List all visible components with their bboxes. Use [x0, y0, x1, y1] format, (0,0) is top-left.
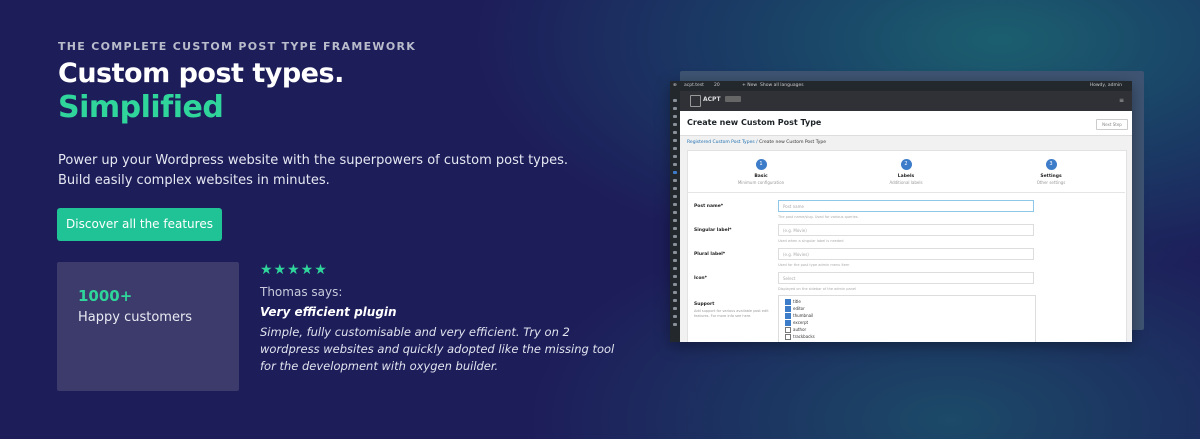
post-name-label: Post name* [694, 204, 724, 209]
support-label: Support [694, 302, 715, 307]
support-option-title[interactable]: title [785, 299, 801, 305]
step-title: Basic [754, 174, 768, 179]
adminbar-user: Howdy, admin [1089, 83, 1122, 88]
hero-description-line2: Build easily complex websites in minutes… [58, 173, 330, 188]
step-subtitle: Other settings [1036, 180, 1066, 185]
hero-title-highlight: Simplified [58, 90, 224, 125]
support-option-excerpt[interactable]: excerpt [785, 320, 808, 326]
support-option-trackbacks[interactable]: trackbacks [785, 334, 815, 340]
breadcrumb-separator: / [756, 140, 758, 145]
review-title: Very efficient plugin [260, 305, 397, 319]
product-screenshot: ⊛ acpt.test 20 + New Show all languages … [670, 81, 1132, 342]
acpt-logo-icon [690, 95, 701, 107]
step-subtitle: Minimum configuration [737, 180, 785, 185]
breadcrumb-current: Create new Custom Post Type [759, 140, 827, 145]
wp-admin-bar: ⊛ acpt.test 20 + New Show all languages … [670, 81, 1132, 91]
hero-description: Power up your Wordpress website with the… [58, 151, 618, 191]
plural-input[interactable]: (e.g. Movies) [778, 248, 1034, 260]
stat-label: Happy customers [78, 310, 193, 325]
icon-label: Icon* [694, 276, 707, 281]
step-title: Settings [1040, 174, 1062, 179]
hero-description-line1: Power up your Wordpress website with the… [58, 153, 569, 168]
steps-divider [687, 192, 1125, 193]
step-title: Labels [897, 174, 915, 179]
singular-input[interactable]: (e.g. Movie) [778, 224, 1034, 236]
plural-help: Used for the post type admin menu item [778, 263, 850, 267]
stat-value: 1000+ [78, 287, 133, 305]
adminbar-count: 20 [714, 83, 720, 88]
step-basic[interactable]: 1 Basic Minimum configuration [726, 159, 796, 185]
support-option-thumbnail[interactable]: thumbnail [785, 313, 813, 319]
wp-logo-icon: ⊛ [673, 83, 677, 88]
support-option-author[interactable]: author [785, 327, 806, 333]
review-text: Simple, fully customisable and very effi… [260, 325, 615, 373]
breadcrumb: Registered Custom Post Types / Create ne… [687, 140, 826, 145]
step-number: 2 [900, 159, 912, 170]
review-author: Thomas says: [260, 285, 343, 299]
singular-help: Used when a singular label is needed [778, 239, 844, 243]
acpt-header [680, 91, 1132, 111]
page-title: Create new Custom Post Type [687, 118, 822, 127]
acpt-version-badge [725, 96, 741, 102]
icon-help: Displayed on the sidebar of the admin pa… [778, 287, 856, 291]
icon-select[interactable]: Select [778, 272, 1034, 284]
step-number: 3 [1045, 159, 1057, 170]
step-labels[interactable]: 2 Labels Additional labels [871, 159, 941, 185]
discover-features-button[interactable]: Discover all the features [57, 208, 222, 241]
support-description: Add support for various available post e… [694, 309, 769, 318]
step-number: 1 [755, 159, 767, 170]
adminbar-site: acpt.test [684, 83, 704, 88]
stat-card: 1000+ Happy customers [57, 262, 239, 391]
breadcrumb-link[interactable]: Registered Custom Post Types [687, 140, 755, 145]
adminbar-new: + New [742, 83, 758, 88]
post-name-input[interactable]: Post name [778, 200, 1034, 212]
post-name-help: The post name/slug. Used for various que… [778, 215, 859, 219]
adminbar-lang: Show all languages [760, 83, 804, 88]
review-stars: ★★★★★ [260, 262, 328, 278]
acpt-brand: ACPT [703, 96, 721, 103]
support-box [778, 295, 1036, 342]
step-settings[interactable]: 3 Settings Other settings [1016, 159, 1086, 185]
plural-label: Plural label* [694, 252, 726, 257]
hero-title: Custom post types. [58, 58, 344, 89]
support-option-editor[interactable]: editor [785, 306, 805, 312]
wp-sidebar [670, 91, 680, 342]
singular-label: Singular label* [694, 228, 732, 233]
step-subtitle: Additional labels [889, 180, 923, 185]
hero-eyebrow: THE COMPLETE CUSTOM POST TYPE FRAMEWORK [58, 40, 417, 53]
menu-icon[interactable]: ≡ [1119, 97, 1124, 104]
next-step-button[interactable]: Next Step [1096, 119, 1128, 130]
